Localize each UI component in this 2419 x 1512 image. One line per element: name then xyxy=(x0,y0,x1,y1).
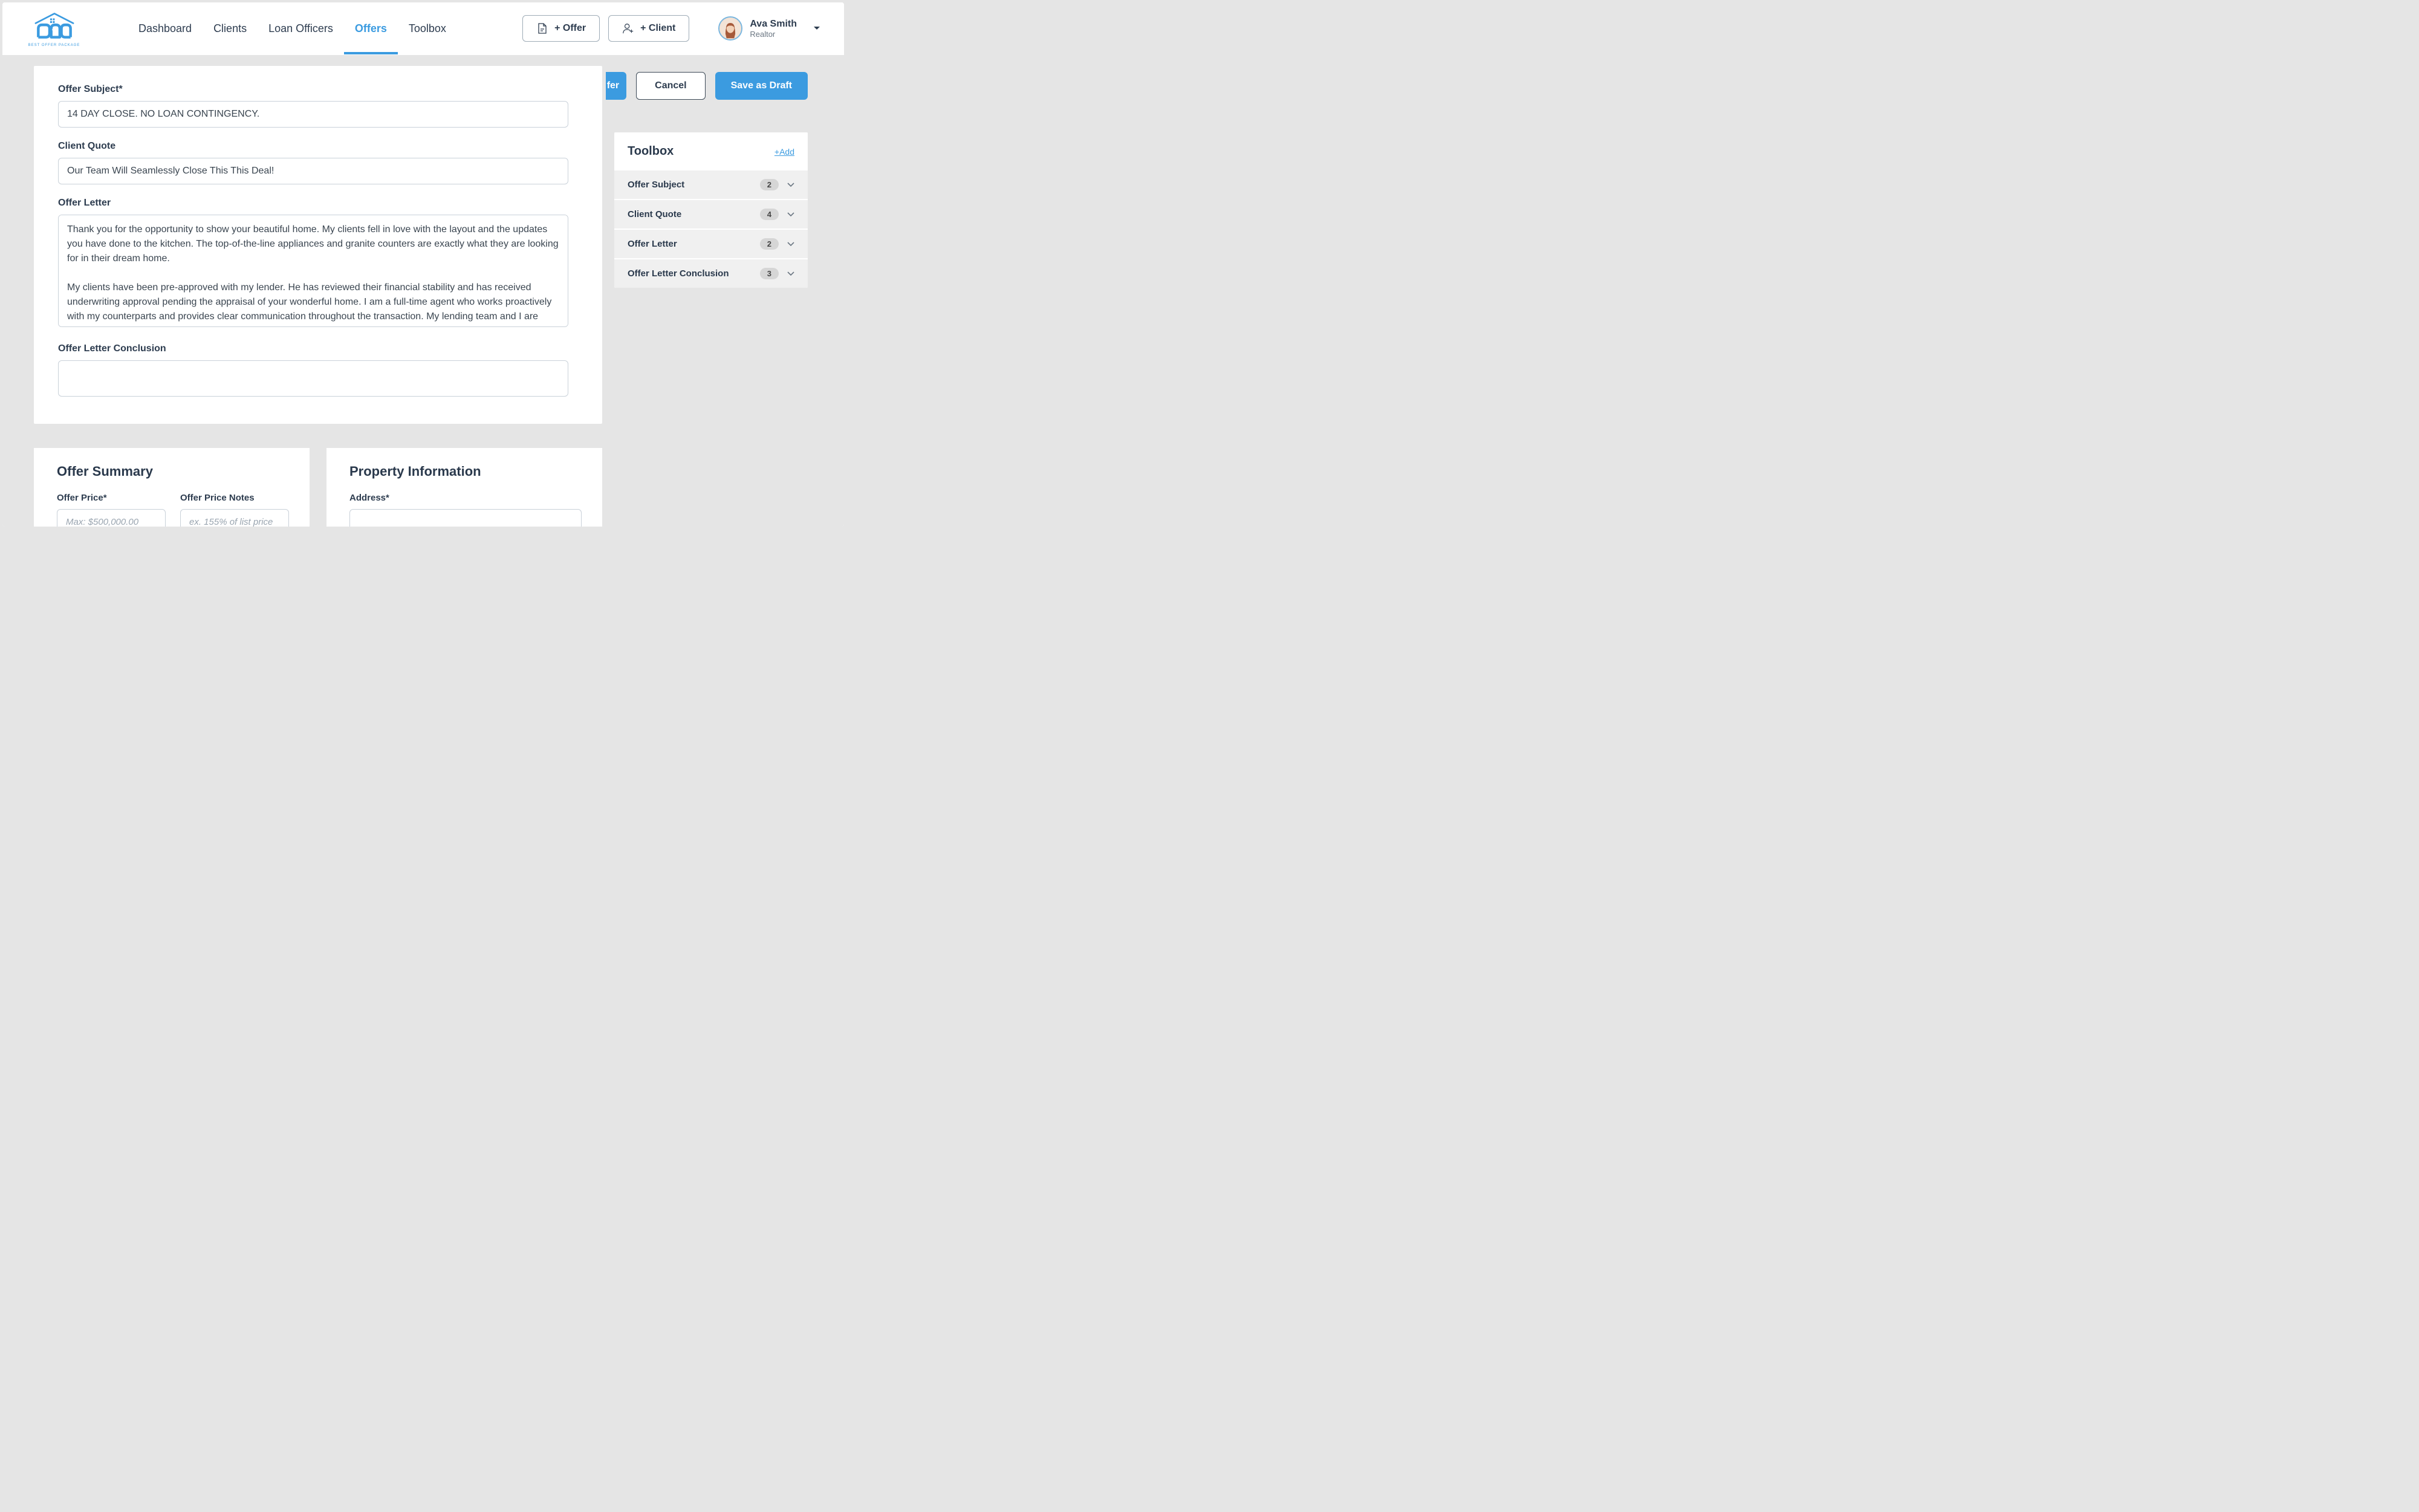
toolbox-row-client-quote[interactable]: Client Quote 4 xyxy=(614,200,808,230)
offer-price-label: Offer Price* xyxy=(57,493,166,503)
user-name: Ava Smith xyxy=(750,18,797,30)
caret-down-icon xyxy=(814,27,820,30)
offer-price-input[interactable] xyxy=(57,509,166,527)
toolbox-panel: Toolbox +Add Offer Subject 2 Client Quot… xyxy=(614,132,808,288)
nav-clients[interactable]: Clients xyxy=(213,4,247,53)
address-input[interactable] xyxy=(349,509,582,527)
save-draft-button[interactable]: Save as Draft xyxy=(715,72,808,100)
toolbox-row-count: 2 xyxy=(760,238,779,250)
chevron-down-icon xyxy=(787,242,794,246)
logo-subtitle: BEST OFFER PACKAGE xyxy=(28,44,80,47)
property-info-card: Property Information Address* xyxy=(326,448,602,527)
nav-loan-officers[interactable]: Loan Officers xyxy=(268,4,333,53)
nav-dashboard[interactable]: Dashboard xyxy=(138,4,192,53)
offer-letter-label: Offer Letter xyxy=(58,198,578,209)
logo-icon xyxy=(30,10,79,41)
address-label: Address* xyxy=(349,493,582,503)
chevron-down-icon xyxy=(787,271,794,276)
offer-summary-card: Offer Summary Offer Price* Offer Price N… xyxy=(34,448,310,527)
offer-subject-input[interactable] xyxy=(58,101,568,128)
offer-letter-conclusion-textarea[interactable] xyxy=(58,360,568,397)
offer-form-card: Offer Subject* Client Quote Offer Letter… xyxy=(34,66,602,424)
nav-offers[interactable]: Offers xyxy=(355,4,387,53)
add-offer-button[interactable]: + Offer xyxy=(522,15,600,42)
logo[interactable]: BEST OFFER PACKAGE xyxy=(25,10,83,47)
toolbox-row-count: 3 xyxy=(760,268,779,279)
toolbox-title: Toolbox xyxy=(628,144,674,158)
toolbox-row-offer-letter-conclusion[interactable]: Offer Letter Conclusion 3 xyxy=(614,259,808,288)
toolbox-row-offer-letter[interactable]: Offer Letter 2 xyxy=(614,230,808,259)
toolbox-row-label: Offer Letter Conclusion xyxy=(628,268,760,279)
property-info-title: Property Information xyxy=(349,464,582,479)
chevron-down-icon xyxy=(787,212,794,216)
bottom-cards: Offer Summary Offer Price* Offer Price N… xyxy=(34,448,602,527)
toolbox-row-label: Offer Letter xyxy=(628,239,760,249)
user-plus-icon xyxy=(622,22,634,34)
offer-letter-conclusion-label: Offer Letter Conclusion xyxy=(58,343,578,354)
file-icon xyxy=(536,22,548,34)
action-bar: fer Cancel Save as Draft xyxy=(606,72,808,100)
offer-price-notes-label: Offer Price Notes xyxy=(180,493,289,503)
top-nav: BEST OFFER PACKAGE Dashboard Clients Loa… xyxy=(2,2,844,55)
toolbox-row-label: Offer Subject xyxy=(628,180,760,190)
cancel-button[interactable]: Cancel xyxy=(636,72,705,100)
offer-subject-label: Offer Subject* xyxy=(58,84,578,95)
offer-letter-textarea[interactable] xyxy=(58,215,568,327)
submit-offer-partial-button[interactable]: fer xyxy=(606,72,626,100)
toolbox-add-link[interactable]: +Add xyxy=(774,147,794,157)
add-offer-label: + Offer xyxy=(554,23,586,34)
client-quote-input[interactable] xyxy=(58,158,568,184)
add-client-button[interactable]: + Client xyxy=(608,15,689,42)
user-role: Realtor xyxy=(750,30,797,39)
toolbox-row-count: 2 xyxy=(760,179,779,190)
user-menu[interactable]: Ava Smith Realtor xyxy=(718,16,820,41)
offer-price-notes-input[interactable] xyxy=(180,509,289,527)
toolbox-row-offer-subject[interactable]: Offer Subject 2 xyxy=(614,170,808,200)
toolbox-row-label: Client Quote xyxy=(628,209,760,219)
nav-toolbox[interactable]: Toolbox xyxy=(409,4,446,53)
toolbox-row-count: 4 xyxy=(760,209,779,220)
add-client-label: + Client xyxy=(640,23,675,34)
nav-links: Dashboard Clients Loan Officers Offers T… xyxy=(138,4,446,53)
avatar xyxy=(718,16,742,41)
client-quote-label: Client Quote xyxy=(58,141,578,152)
offer-summary-title: Offer Summary xyxy=(57,464,289,479)
chevron-down-icon xyxy=(787,183,794,187)
nav-buttons: + Offer + Client xyxy=(522,15,689,42)
